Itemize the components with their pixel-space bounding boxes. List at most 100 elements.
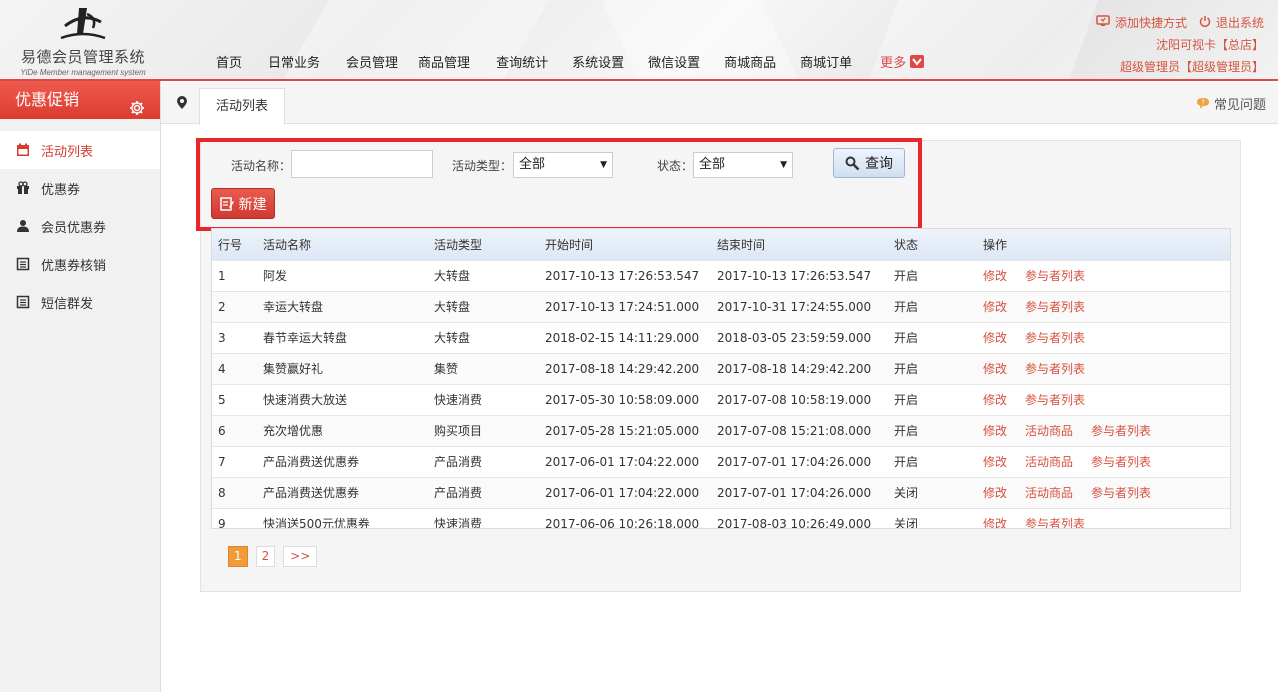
activity-type: 集赞 [434, 362, 459, 376]
faq-link[interactable]: ? 常见问题 [1196, 94, 1266, 113]
sidebar-item-label: 优惠券核销 [41, 258, 107, 274]
nav-item-mall-orders[interactable]: 商城订单 [800, 52, 852, 71]
action-link[interactable]: 修改 [983, 455, 1007, 469]
sidebar-item-member-coupons[interactable]: 会员优惠券 [0, 207, 160, 245]
status: 关闭 [894, 517, 919, 529]
nav-item-system-settings[interactable]: 系统设置 [572, 52, 624, 71]
sidebar-item-label: 会员优惠券 [41, 220, 107, 236]
row-actions: 修改 参与者列表 [983, 291, 1230, 322]
action-link[interactable]: 修改 [983, 362, 1007, 376]
action-link[interactable]: 参与者列表 [1025, 362, 1085, 376]
row-number: 3 [218, 330, 226, 345]
table-row: 9 快消送500元优惠券 快速消费 2017-06-06 10:26:18.000 20… [212, 508, 1230, 529]
start-time: 2017-06-01 17:04:22.000 [545, 485, 700, 500]
nav-item-query-stats[interactable]: 查询统计 [496, 52, 548, 71]
action-link[interactable]: 参与者列表 [1025, 517, 1085, 528]
row-number: 8 [218, 485, 226, 500]
start-time: 2017-05-28 15:21:05.000 [545, 423, 700, 438]
status: 关闭 [894, 486, 919, 500]
next-page[interactable]: >> [283, 546, 318, 567]
column-header: 操作 [983, 237, 1008, 252]
sidebar-item-sms-broadcast[interactable]: 短信群发 [0, 283, 160, 321]
activity-type: 快速消费 [434, 393, 483, 407]
row-actions: 修改 活动商品 参与者列表 [983, 477, 1230, 508]
column-header: 活动名称 [263, 237, 312, 252]
table-row: 4 集赞赢好礼 集赞 2017-08-18 14:29:42.200 2017-08-1… [212, 353, 1230, 384]
action-link[interactable]: 参与者列表 [1025, 393, 1085, 407]
sidebar-item-label: 短信群发 [41, 296, 94, 312]
row-actions: 修改 参与者列表 [983, 322, 1230, 353]
action-link[interactable]: 参与者列表 [1091, 424, 1151, 438]
activity-name: 春节幸运大转盘 [263, 331, 348, 345]
table-row: 6 充次增优惠 购买项目 2017-05-28 15:21:05.000 2017-07… [212, 415, 1230, 446]
column-header: 结束时间 [717, 237, 766, 252]
action-link[interactable]: 活动商品 [1025, 455, 1073, 469]
action-link[interactable]: 修改 [983, 486, 1007, 500]
logout-link[interactable]: 退出系统 [1216, 12, 1264, 34]
nav-item-members[interactable]: 会员管理 [346, 52, 398, 71]
row-actions: 修改 参与者列表 [983, 508, 1230, 528]
action-link[interactable]: 参与者列表 [1025, 300, 1085, 314]
activity-name: 充次增优惠 [263, 424, 324, 438]
page-2[interactable]: 2 [255, 546, 276, 567]
status: 开启 [894, 393, 919, 407]
end-time: 2017-07-08 15:21:08.000 [717, 423, 872, 438]
activity-name: 产品消费送优惠券 [263, 486, 360, 500]
row-number: 9 [218, 516, 226, 529]
status: 开启 [894, 362, 919, 376]
sidebar-item-coupon-redeem[interactable]: 优惠券核销 [0, 245, 160, 283]
activity-type: 大转盘 [434, 300, 471, 314]
logo[interactable]: 易德会员管理系统 YiDe Member management system [8, 4, 158, 77]
column-header: 行号 [218, 237, 243, 252]
column-header: 活动类型 [434, 237, 483, 252]
start-time: 2017-06-01 17:04:22.000 [545, 454, 700, 469]
status: 开启 [894, 300, 919, 314]
action-link[interactable]: 参与者列表 [1025, 269, 1085, 283]
row-number: 6 [218, 423, 226, 438]
sidebar-item-label: 优惠券 [41, 182, 81, 198]
nav-item-home[interactable]: 首页 [216, 52, 242, 71]
nav-item-wechat-settings[interactable]: 微信设置 [648, 52, 700, 71]
activity-name: 幸运大转盘 [263, 300, 324, 314]
action-link[interactable]: 修改 [983, 331, 1007, 345]
tab-activity-list[interactable]: 活动列表 [199, 88, 285, 125]
add-shortcut-link[interactable]: 添加快捷方式 [1115, 12, 1187, 34]
action-link[interactable]: 修改 [983, 517, 1007, 528]
action-link[interactable]: 修改 [983, 393, 1007, 407]
action-link[interactable]: 修改 [983, 424, 1007, 438]
end-time: 2017-07-08 10:58:19.000 [717, 392, 872, 407]
row-number: 4 [218, 361, 226, 376]
list-icon [16, 295, 30, 309]
table-row: 1 阿发 大转盘 2017-10-13 17:26:53.547 2017-10-13 … [212, 260, 1230, 291]
row-number: 7 [218, 454, 226, 469]
table-row: 8 产品消费送优惠券 产品消费 2017-06-01 17:04:22.000 2017… [212, 477, 1230, 508]
end-time: 2017-07-01 17:04:26.000 [717, 485, 872, 500]
sidebar-header: 优惠促销 [0, 81, 160, 119]
column-header: 开始时间 [545, 237, 594, 252]
action-link[interactable]: 活动商品 [1025, 486, 1073, 500]
list-icon [16, 257, 30, 271]
highlight-box [196, 138, 922, 231]
action-link[interactable]: 修改 [983, 269, 1007, 283]
page-1[interactable]: 1 [228, 546, 248, 567]
nav-item-more[interactable]: 更多 [880, 52, 925, 71]
action-link[interactable]: 修改 [983, 300, 1007, 314]
table-row: 2 幸运大转盘 大转盘 2017-10-13 17:24:51.000 2017-10-… [212, 291, 1230, 322]
status: 开启 [894, 455, 919, 469]
activity-name: 集赞赢好礼 [263, 362, 324, 376]
nav-more-label: 更多 [880, 55, 907, 71]
gift-icon [16, 181, 30, 195]
action-link[interactable]: 参与者列表 [1091, 455, 1151, 469]
action-link[interactable]: 参与者列表 [1025, 331, 1085, 345]
gear-icon[interactable] [129, 92, 145, 130]
nav-item-daily-business[interactable]: 日常业务 [268, 52, 320, 71]
nav-item-mall-products[interactable]: 商城商品 [724, 52, 776, 71]
start-time: 2018-02-15 14:11:29.000 [545, 330, 700, 345]
tab-bar: 活动列表 ? 常见问题 [161, 83, 1278, 125]
nav-item-products[interactable]: 商品管理 [418, 52, 470, 71]
logo-icon [60, 8, 106, 40]
action-link[interactable]: 活动商品 [1025, 424, 1073, 438]
action-link[interactable]: 参与者列表 [1091, 486, 1151, 500]
header: 易德会员管理系统 YiDe Member management system 首… [0, 0, 1278, 81]
table-row: 5 快速消费大放送 快速消费 2017-05-30 10:58:09.000 2017-… [212, 384, 1230, 415]
